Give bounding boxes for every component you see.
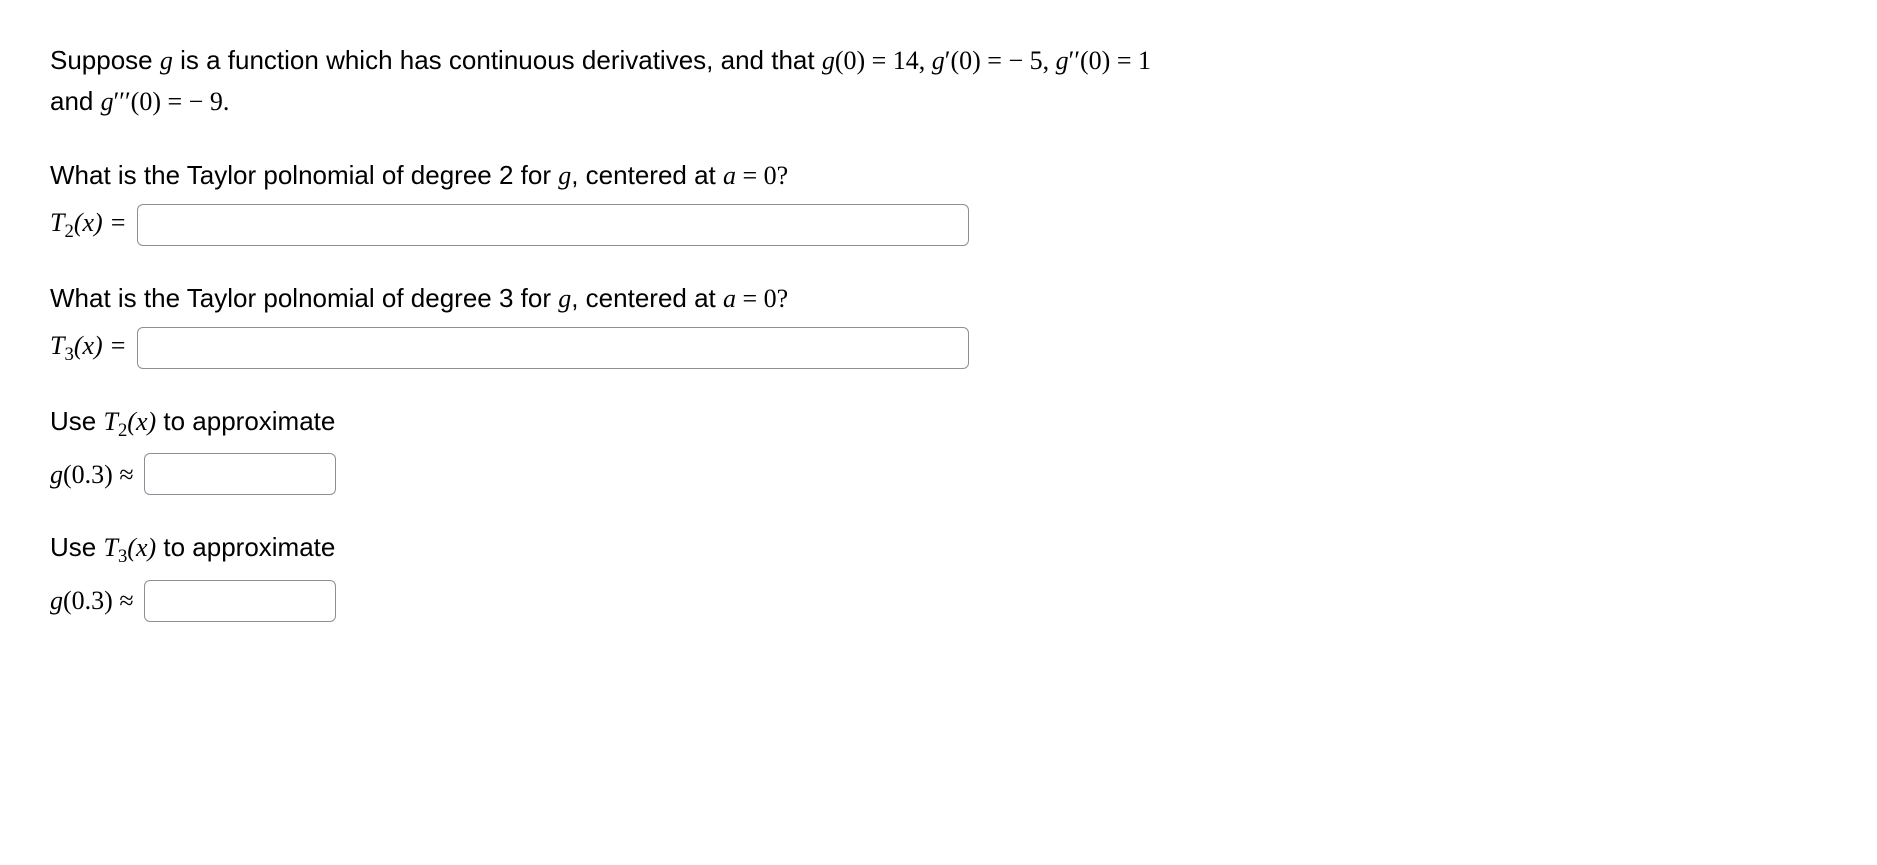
g03-t3-label: g(0.3) ≈ [50, 585, 134, 616]
intro-text: and [50, 86, 101, 116]
var-g: g [558, 284, 571, 313]
var-T: T [103, 407, 117, 436]
gpp: g [1056, 46, 1069, 75]
question-2: What is the Taylor polnomial of degree 3… [50, 278, 1827, 369]
question-4: Use T3(x) to approximate g(0.3) ≈ [50, 527, 1827, 621]
t2-label: T2(x) = [50, 207, 127, 243]
var-g: g [558, 161, 571, 190]
intro-text: Suppose [50, 45, 160, 75]
var-a: a [723, 161, 736, 190]
prime: ′′ [1069, 46, 1080, 75]
x: (x) [127, 533, 156, 562]
var-a: a [723, 284, 736, 313]
q4-text: Use [50, 532, 103, 562]
q2-text: , centered at [571, 283, 723, 313]
gprime: g [932, 46, 945, 75]
g03-label: g(0.3) ≈ [50, 459, 134, 490]
g03-t3-input[interactable] [144, 580, 336, 622]
q2-text: What is the Taylor polnomial of degree 3… [50, 283, 558, 313]
question-3: Use T2(x) to approximate g(0.3) ≈ [50, 401, 1827, 495]
sub-2: 2 [118, 420, 127, 441]
gppp-val: (0) = − 9. [131, 87, 230, 116]
t3-label: T3(x) = [50, 330, 127, 366]
g0: g [822, 46, 835, 75]
g03-t2-input[interactable] [144, 453, 336, 495]
question-1: What is the Taylor polnomial of degree 2… [50, 155, 1827, 246]
sub-3: 3 [118, 547, 127, 568]
q2-text: = 0? [736, 284, 788, 313]
x: (x) [127, 407, 156, 436]
gppp: g [101, 87, 114, 116]
q1-text: , centered at [571, 160, 723, 190]
gpp-val: (0) = 1 [1080, 46, 1151, 75]
intro-text: is a function which has continuous deriv… [173, 45, 822, 75]
t3-input[interactable] [137, 327, 969, 369]
g0-val: (0) = 14, [835, 46, 932, 75]
var-T: T [103, 533, 117, 562]
q1-text: = 0? [736, 161, 788, 190]
q3-text: Use [50, 406, 103, 436]
problem-intro: Suppose g is a function which has contin… [50, 40, 1827, 123]
q3-text: to approximate [156, 406, 335, 436]
prime: ′′′ [114, 87, 131, 116]
gp-val: (0) = − 5, [950, 46, 1055, 75]
var-g: g [160, 46, 173, 75]
q1-text: What is the Taylor polnomial of degree 2… [50, 160, 558, 190]
t2-input[interactable] [137, 204, 969, 246]
q4-text: to approximate [156, 532, 335, 562]
